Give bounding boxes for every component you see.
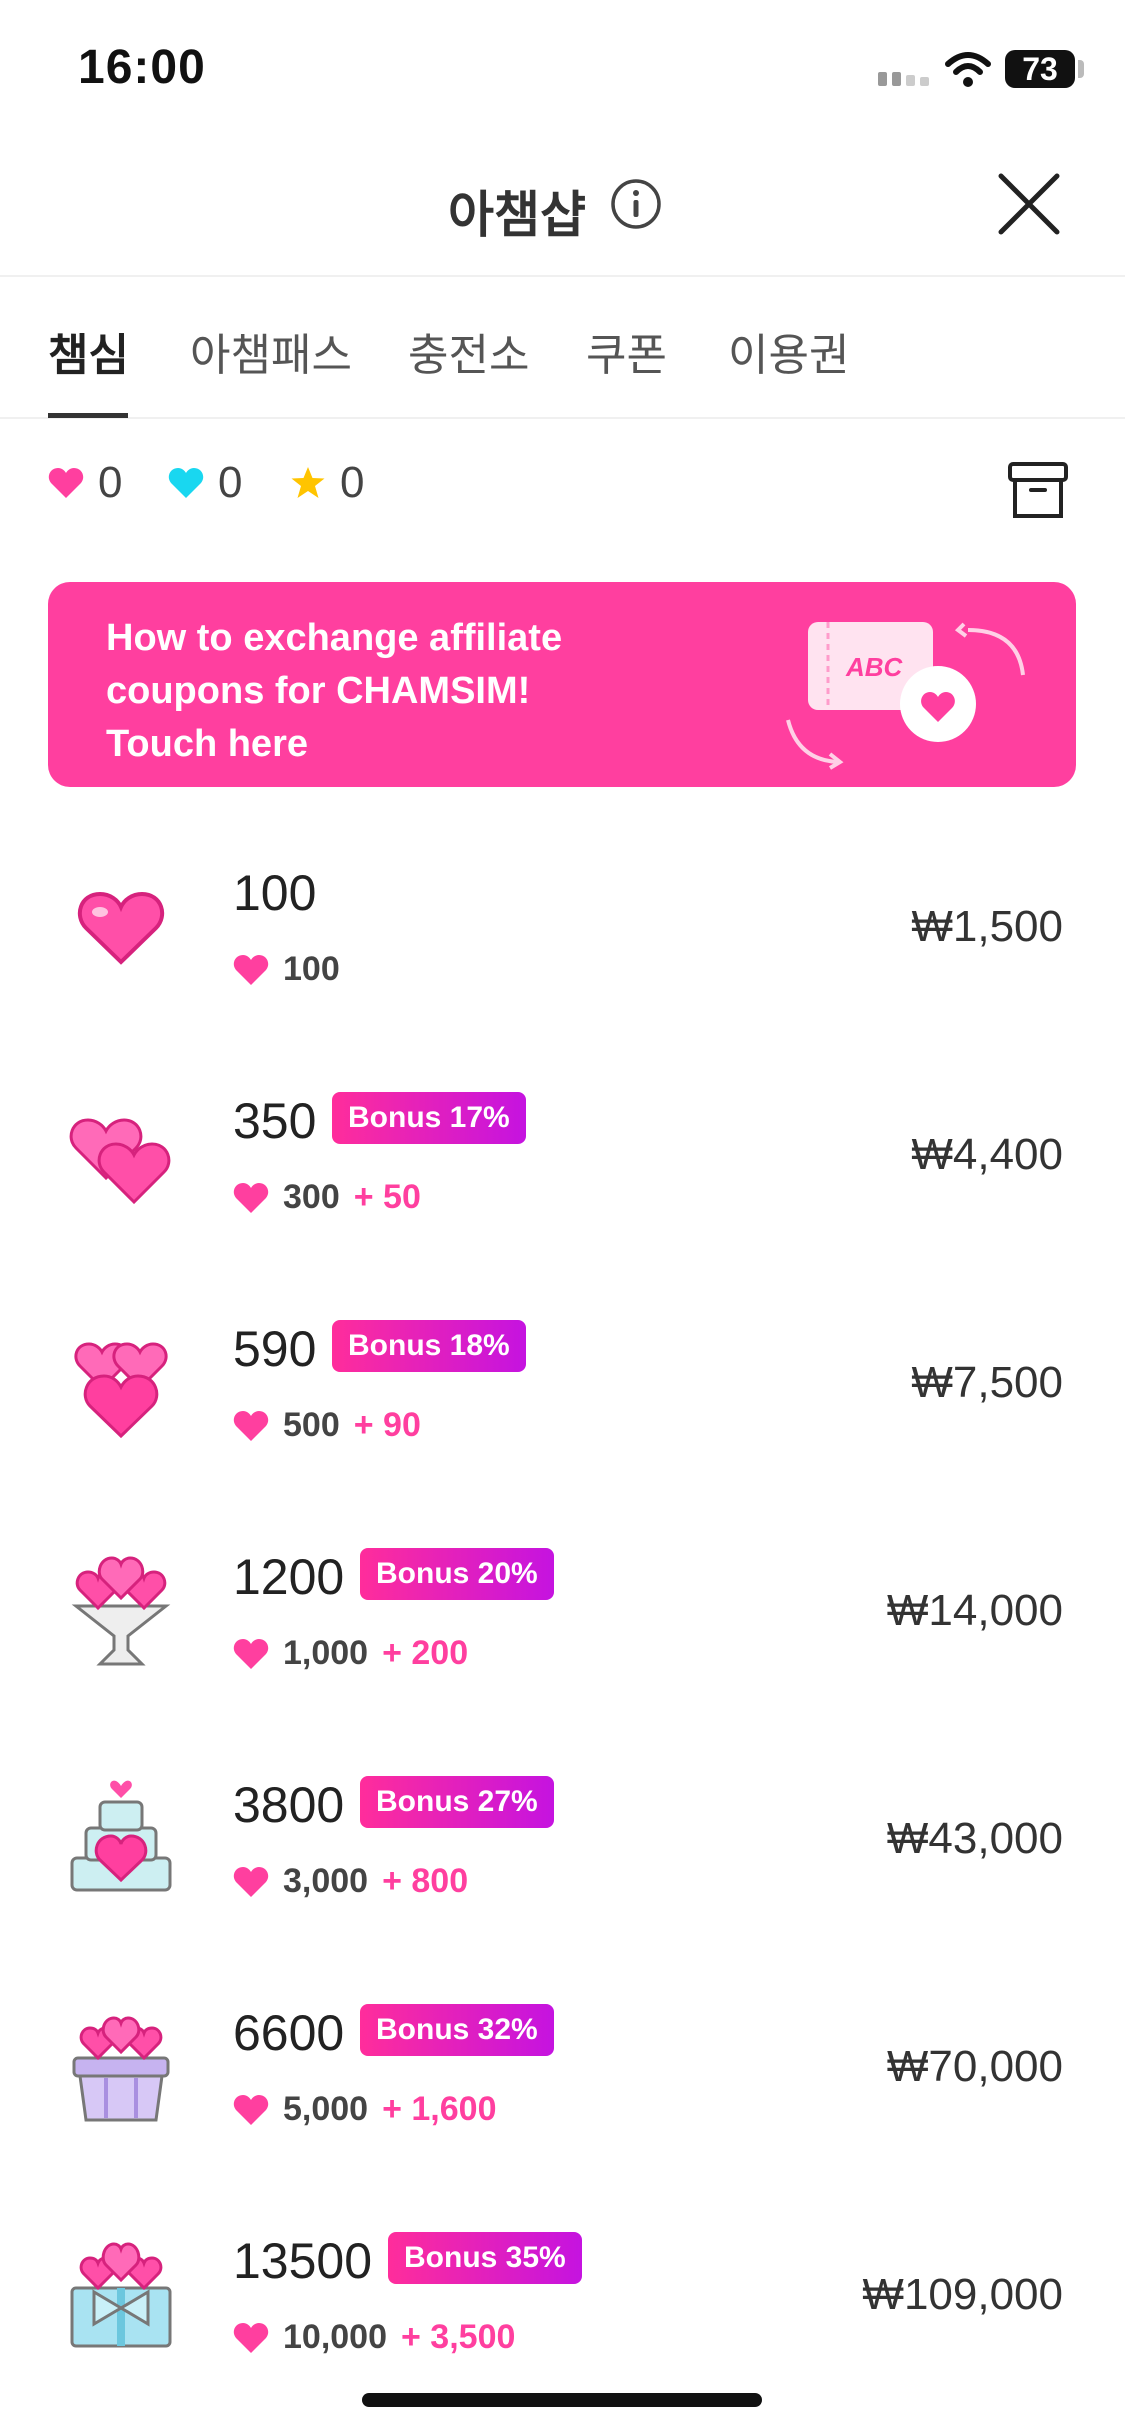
bonus-amount: + 800 <box>382 1862 469 1900</box>
banner-line: How to exchange affiliate <box>106 617 563 659</box>
affiliate-coupon-banner[interactable]: How to exchange affiliate coupons for CH… <box>48 582 1076 787</box>
heart-icon <box>233 2322 269 2353</box>
product-amount: 350 <box>233 1093 317 1149</box>
bonus-badge: Bonus 32% <box>360 2004 554 2056</box>
bonus-badge: Bonus 35% <box>388 2232 582 2284</box>
product-price[interactable]: ₩14,000 <box>887 1586 1063 1636</box>
heart-gift-box-icon <box>72 2016 170 2122</box>
bonus-amount: + 50 <box>353 1178 421 1216</box>
bonus-badge: Bonus 27% <box>360 1776 554 1828</box>
product-detail: 300 + 50 <box>233 1178 421 1217</box>
bonus-amount: + 1,600 <box>382 2090 497 2128</box>
base-amount: 100 <box>283 950 340 988</box>
home-indicator[interactable] <box>362 2393 762 2407</box>
cellular-signal-icon <box>878 72 929 86</box>
banner-line: Touch here <box>106 723 308 765</box>
status-time: 16:00 <box>78 41 206 94</box>
base-amount: 500 <box>283 1406 340 1444</box>
active-tab-indicator <box>48 413 128 418</box>
banner-line: coupons for CHAMSIM! <box>106 670 531 712</box>
base-amount: 3,000 <box>283 1862 369 1900</box>
tab-charging-station[interactable]: 충전소 <box>408 319 529 383</box>
balance-bar: 0 0 0 <box>0 450 1125 530</box>
tab-voucher[interactable]: 이용권 <box>728 319 849 383</box>
product-detail: 1,000 + 200 <box>233 1634 468 1673</box>
bonus-badge: Bonus 17% <box>332 1092 526 1144</box>
two-hearts-icon <box>69 1118 171 1205</box>
bonus-amount: + 3,500 <box>401 2318 516 2356</box>
product-amount: 6600 <box>233 2005 345 2061</box>
product-detail: 3,000 + 800 <box>233 1862 468 1901</box>
pink-heart-icon <box>48 468 84 498</box>
archive-box-icon[interactable] <box>1007 460 1069 522</box>
battery-icon: 73 <box>1005 50 1075 88</box>
heart-icon <box>233 954 269 985</box>
product-price[interactable]: ₩70,000 <box>887 2042 1063 2092</box>
pink-heart-balance: 0 <box>48 458 122 508</box>
info-icon[interactable] <box>610 178 662 230</box>
cyan-heart-balance: 0 <box>168 458 242 508</box>
tab-coupon[interactable]: 쿠폰 <box>586 319 667 383</box>
page-title: 아챔샵 <box>448 187 586 243</box>
product-row-6600[interactable]: 6600 Bonus 32% 5,000 + 1,600 ₩70,000 <box>0 1980 1125 2208</box>
product-row-350[interactable]: 350 Bonus 17% 300 + 50 ₩4,400 <box>0 1068 1125 1296</box>
battery-tip <box>1078 60 1084 78</box>
product-detail: 5,000 + 1,600 <box>233 2090 496 2129</box>
coupon-exchange-illustration: ABC <box>786 622 1025 770</box>
product-amount: 3800 <box>233 1777 345 1833</box>
status-bar: 16:00 73 <box>0 0 1125 130</box>
star-count: 0 <box>340 458 365 507</box>
star-icon <box>291 467 325 498</box>
header: 아챔샵 <box>0 140 1125 277</box>
bonus-amount: + 90 <box>353 1406 421 1444</box>
banner-text: How to exchange affiliate coupons for CH… <box>106 612 726 771</box>
tab-achampass[interactable]: 아챔패스 <box>190 319 352 383</box>
product-price[interactable]: ₩4,400 <box>911 1130 1063 1180</box>
base-amount: 5,000 <box>283 2090 369 2128</box>
product-amount: 100 <box>233 865 317 921</box>
product-detail: 500 + 90 <box>233 1406 421 1445</box>
product-amount: 1200 <box>233 1549 345 1605</box>
bonus-badge: Bonus 18% <box>332 1320 526 1372</box>
heart-icon <box>233 1182 269 1213</box>
product-row-3800[interactable]: 3800 Bonus 27% 3,000 + 800 ₩43,000 <box>0 1752 1125 1980</box>
heart-icon <box>233 1410 269 1441</box>
bonus-badge: Bonus 20% <box>360 1548 554 1600</box>
product-detail: 10,000 + 3,500 <box>233 2318 515 2357</box>
product-row-590[interactable]: 590 Bonus 18% 500 + 90 ₩7,500 <box>0 1296 1125 1524</box>
product-amount: 590 <box>233 1321 317 1377</box>
bonus-amount: + 200 <box>382 1634 469 1672</box>
cyan-heart-count: 0 <box>218 458 243 507</box>
heart-bundle-icon <box>74 1342 168 1439</box>
cyan-heart-icon <box>168 468 204 498</box>
pink-heart-count: 0 <box>98 458 123 507</box>
heart-ribbon-box-icon <box>70 2242 172 2348</box>
product-price[interactable]: ₩1,500 <box>911 902 1063 952</box>
product-price[interactable]: ₩109,000 <box>862 2270 1063 2320</box>
single-heart-icon <box>77 891 165 965</box>
product-detail: 100 <box>233 950 340 989</box>
base-amount: 10,000 <box>283 2318 387 2356</box>
tab-chamsim[interactable]: 챔심 <box>48 319 129 383</box>
product-row-1200[interactable]: 1200 Bonus 20% 1,000 + 200 ₩14,000 <box>0 1524 1125 1752</box>
base-amount: 300 <box>283 1178 340 1216</box>
close-icon[interactable] <box>995 170 1063 238</box>
battery-level: 73 <box>1022 51 1058 87</box>
base-amount: 1,000 <box>283 1634 369 1672</box>
product-amount: 13500 <box>233 2233 373 2289</box>
product-price[interactable]: ₩7,500 <box>911 1358 1063 1408</box>
coupon-art-text: ABC <box>845 652 904 682</box>
heart-icon <box>233 2094 269 2125</box>
product-row-100[interactable]: 100 100 ₩1,500 <box>0 840 1125 1068</box>
wifi-icon <box>945 52 991 87</box>
heart-bouquet-icon <box>71 1556 171 1666</box>
heart-icon <box>233 1866 269 1897</box>
heart-cake-icon <box>70 1780 172 1892</box>
tab-bar: 챔심 아챔패스 충전소 쿠폰 이용권 <box>0 277 1125 419</box>
heart-icon <box>233 1638 269 1669</box>
product-price[interactable]: ₩43,000 <box>887 1814 1063 1864</box>
star-balance: 0 <box>290 458 364 508</box>
